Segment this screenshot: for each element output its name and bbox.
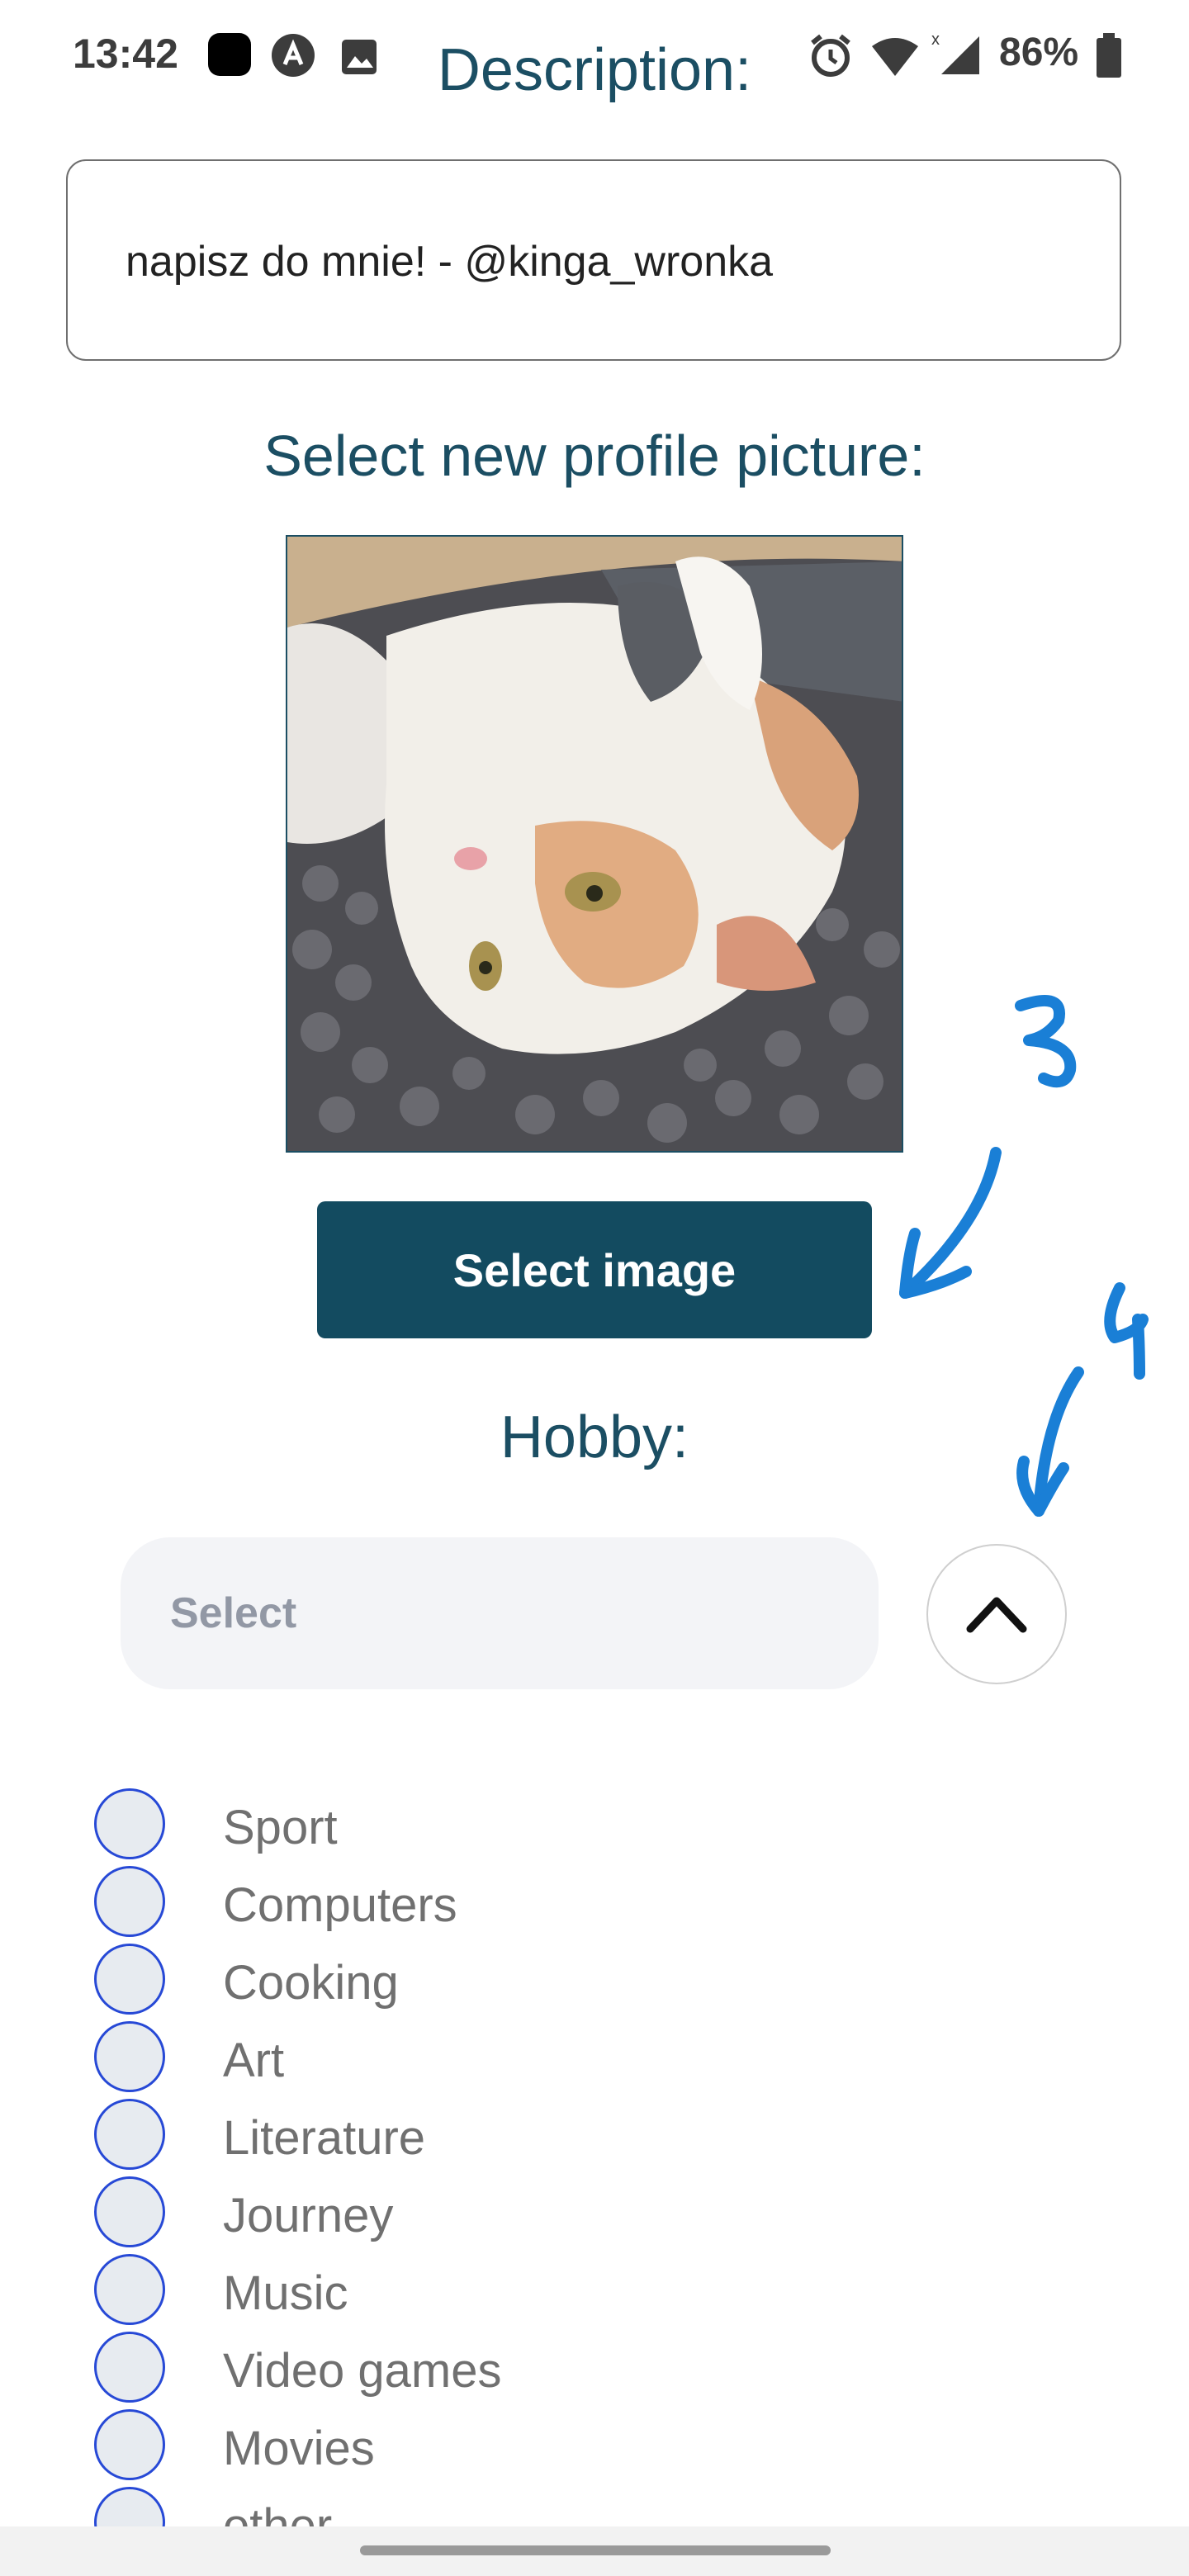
profile-picture-title: Select new profile picture:	[263, 424, 926, 488]
radio-button[interactable]	[94, 2176, 165, 2247]
hobby-option-video-games[interactable]: Video games	[94, 2332, 1002, 2406]
hobby-option-label: Journey	[223, 2189, 394, 2242]
radio-button[interactable]	[94, 2409, 165, 2480]
profile-picture-preview	[286, 535, 903, 1153]
hobby-option-movies[interactable]: Movies	[94, 2409, 1002, 2484]
radio-button[interactable]	[94, 2021, 165, 2092]
hobby-option-literature[interactable]: Literature	[94, 2099, 1002, 2173]
annotation-number-3	[1015, 995, 1077, 1088]
radio-button[interactable]	[94, 2254, 165, 2325]
description-value: napisz do mnie! - @kinga_wronka	[126, 238, 774, 286]
radio-button[interactable]	[94, 2332, 165, 2403]
hobby-option-label: Video games	[223, 2344, 502, 2398]
radio-button[interactable]	[94, 1788, 165, 1859]
hobby-option-journey[interactable]: Journey	[94, 2176, 1002, 2251]
description-title: Description:	[437, 37, 752, 103]
radio-button[interactable]	[94, 1944, 165, 2015]
hobby-option-computers[interactable]: Computers	[94, 1866, 1002, 1940]
annotation-number-4	[1104, 1282, 1149, 1380]
chevron-up-icon	[964, 1588, 1030, 1641]
radio-button[interactable]	[94, 2099, 165, 2170]
description-input[interactable]: napisz do mnie! - @kinga_wronka	[66, 159, 1121, 361]
home-indicator[interactable]	[360, 2545, 831, 2555]
hobby-option-label: Movies	[223, 2422, 375, 2475]
hobby-option-art[interactable]: Art	[94, 2021, 1002, 2095]
hobby-dropdown-toggle-button[interactable]	[926, 1544, 1067, 1684]
hobby-select-placeholder: Select	[170, 1589, 297, 1637]
hobby-title: Hobby:	[500, 1404, 689, 1470]
hobby-option-cooking[interactable]: Cooking	[94, 1944, 1002, 2018]
hobby-option-sport[interactable]: Sport	[94, 1788, 1002, 1863]
hobby-option-label: Art	[223, 2034, 285, 2087]
hobby-option-label: Cooking	[223, 1956, 399, 2010]
hobby-option-label: Literature	[223, 2111, 426, 2165]
radio-button[interactable]	[94, 1866, 165, 1937]
annotation-arrow-3	[899, 1147, 1002, 1299]
select-image-button[interactable]: Select image	[317, 1201, 872, 1338]
hobby-select-input[interactable]: Select	[121, 1537, 879, 1689]
hobby-option-music[interactable]: Music	[94, 2254, 1002, 2328]
hobby-option-label: Computers	[223, 1878, 457, 1932]
hobby-option-label: Sport	[223, 1801, 338, 1854]
hobby-option-label: Music	[223, 2266, 348, 2320]
